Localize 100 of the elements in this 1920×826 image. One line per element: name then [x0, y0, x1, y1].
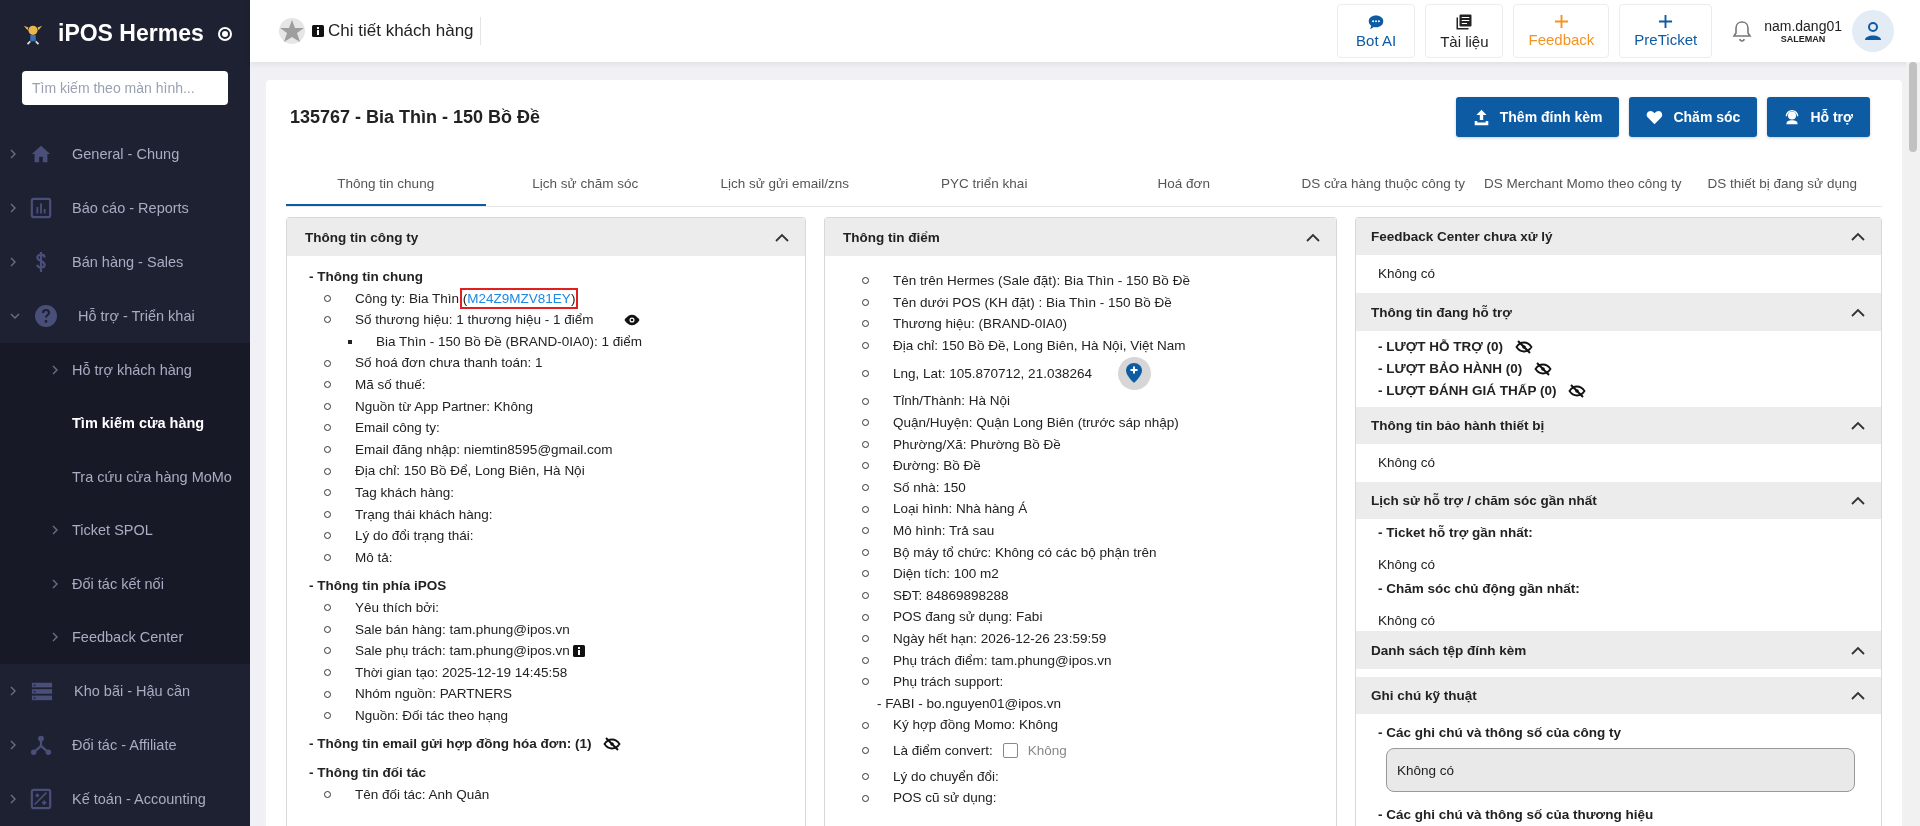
tab[interactable]: PYC triển khai: [884, 162, 1084, 206]
company-code-link[interactable]: M24Z9MZV81EY: [467, 290, 571, 306]
section-heading: - Thông tin chung: [309, 268, 423, 286]
map-pin-icon: [1126, 363, 1143, 384]
info-item: Tỉnh/Thành: Hà Nội: [893, 392, 1011, 411]
info-item: Phụ trách điểm: tam.phung@ipos.vn: [893, 651, 1112, 670]
info-item: Yêu thích bởi:: [355, 598, 439, 617]
bell-icon[interactable]: [1732, 20, 1753, 42]
sidebar-item[interactable]: Đối tác - Affiliate: [0, 718, 250, 772]
eye-slash-icon[interactable]: [603, 737, 622, 752]
count-label: - LƯỢT HỖ TRỢ (0): [1378, 337, 1503, 356]
info-item: Thời gian tạo: 2025-12-19 14:45:58: [355, 663, 568, 682]
sidebar-item[interactable]: Bán hàng - Sales: [0, 235, 250, 289]
info-item: Quận/Huyện: Quận Long Biên (trước sáp nhập): [893, 413, 1179, 432]
sidebar-subitem[interactable]: Hỗ trợ khách hàng: [0, 343, 250, 397]
tab[interactable]: DS cửa hàng thuộc công ty: [1283, 162, 1483, 206]
tab[interactable]: Hoá đơn: [1084, 162, 1284, 206]
info-item: Nguồn: Đối tác theo hạng: [355, 706, 509, 725]
accordion-title: Lịch sử hỗ trợ / chăm sóc gần nhất: [1371, 493, 1597, 509]
upload-icon: [1472, 108, 1490, 126]
tab[interactable]: DS thiết bị đang sử dụng: [1682, 162, 1882, 206]
info-item: Trạng thái khách hàng:: [355, 505, 493, 524]
tab[interactable]: Lịch sử chăm sóc: [485, 162, 685, 206]
note-field[interactable]: Không có: [1386, 748, 1855, 792]
header-button[interactable]: PreTicket: [1619, 4, 1713, 58]
info-item: Lý do đổi trạng thái:: [355, 527, 474, 546]
eye-slash-icon[interactable]: [1568, 383, 1587, 398]
action-button[interactable]: Chăm sóc: [1629, 97, 1758, 137]
info-item: Thương hiệu: (BRAND-0IA0): [893, 315, 1067, 334]
chevron-up-icon[interactable]: [1851, 690, 1865, 700]
info-icon[interactable]: [312, 25, 324, 37]
tab[interactable]: DS Merchant Momo theo công ty: [1483, 162, 1683, 206]
sidebar-subitem[interactable]: Feedback Center: [0, 610, 250, 664]
sidebar-subitem[interactable]: Đối tác kết nối: [0, 557, 250, 611]
eye-slash-icon[interactable]: [1514, 339, 1533, 354]
section-heading: - Thông tin phía iPOS: [309, 577, 447, 596]
chevron-down-icon: [10, 313, 20, 319]
info-item: Tag khách hàng:: [355, 483, 455, 502]
radio-icon[interactable]: [218, 26, 232, 41]
panel-title: Thông tin điểm: [843, 229, 940, 245]
info-item: Nhóm nguồn: PARTNERS: [355, 685, 513, 704]
subheading: - Chăm sóc chủ động gần nhất:: [1378, 580, 1581, 599]
sidebar-subitem[interactable]: Ticket SPOL: [0, 503, 250, 557]
info-item: Công ty: Bia Thìn (M24Z9MZV81EY): [355, 287, 576, 310]
map-pin-button[interactable]: [1117, 356, 1151, 390]
chat-icon: [1367, 13, 1386, 30]
info-item: Số thương hiệu: 1 thương hiệu - 1 điểm: [355, 311, 594, 330]
bar-chart-icon: [30, 197, 52, 219]
brand-name: iPOS Hermes: [58, 20, 204, 48]
eye-slash-icon[interactable]: [1534, 361, 1553, 376]
chevron-up-icon[interactable]: [1851, 232, 1865, 242]
sidebar-item[interactable]: General - Chung: [0, 127, 250, 181]
plus-icon: [1553, 14, 1569, 29]
empty-text: Không có: [1378, 454, 1437, 473]
sidebar-item[interactable]: Báo cáo - Reports: [0, 181, 250, 235]
empty-text: Không có: [1378, 612, 1437, 631]
user-name: nam.dang01: [1764, 18, 1842, 34]
sidebar-item[interactable]: Hỗ trợ - Triển khai: [0, 289, 250, 343]
eye-icon[interactable]: [623, 314, 642, 326]
chevron-up-icon[interactable]: [1306, 232, 1320, 242]
bullet-icon: [348, 339, 352, 344]
chevron-up-icon[interactable]: [1851, 496, 1865, 506]
count-label: - LƯỢT BẢO HÀNH (0): [1378, 359, 1523, 378]
info-icon[interactable]: [572, 644, 585, 657]
scrollbar[interactable]: [1906, 62, 1920, 826]
tab[interactable]: Thông tin chung: [286, 162, 486, 206]
network-icon: [30, 734, 52, 756]
chevron-up-icon[interactable]: [1851, 307, 1865, 317]
info-item: - FABI - bo.nguyen01@ipos.vn: [877, 695, 1062, 711]
info-item: Bộ máy tổ chức: Không có các bộ phận trên: [893, 543, 1157, 562]
info-item: Mô tả:: [355, 548, 393, 567]
chevron-right-icon: [52, 525, 58, 536]
avatar-icon[interactable]: [1852, 10, 1894, 52]
accordion-title: Danh sách tệp đính kèm: [1371, 642, 1527, 658]
checkbox[interactable]: [1002, 743, 1018, 759]
header-button[interactable]: Bot AI: [1337, 4, 1416, 58]
chevron-up-icon[interactable]: [1851, 645, 1865, 655]
chevron-up-icon[interactable]: [775, 232, 789, 242]
sidebar-item[interactable]: Kho bãi - Hậu cần: [0, 664, 250, 718]
tab[interactable]: Lịch sử gửi email/zns: [685, 162, 885, 206]
section-heading: - Thông tin email gửi hợp đồng hóa đơn: (1): [309, 735, 592, 754]
chevron-up-icon[interactable]: [1851, 420, 1865, 430]
info-item: Ký hợp đồng Momo: Không: [893, 716, 1058, 735]
info-item: Mô hình: Trả sau: [893, 521, 995, 540]
chevron-right-icon: [10, 794, 16, 804]
sidebar-subitem[interactable]: Tra cứu cửa hàng MoMo: [0, 450, 250, 504]
sidebar-item[interactable]: Kế toán - Accounting: [0, 772, 250, 826]
action-button[interactable]: Hỗ trợ: [1767, 97, 1870, 137]
info-item: Số hoá đơn chưa thanh toán: 1: [355, 354, 543, 373]
action-button[interactable]: Thêm đính kèm: [1455, 97, 1620, 137]
info-item: Lý do chuyển đổi:: [893, 767, 999, 786]
empty-text: Không có: [1378, 265, 1437, 284]
chevron-right-icon: [10, 686, 16, 696]
book-icon: [1455, 12, 1474, 31]
chevron-right-icon: [10, 257, 16, 267]
home-icon: [30, 143, 52, 165]
info-item: Bia Thìn - 150 Bồ Đề (BRAND-0IA0): 1 điểm: [376, 332, 643, 351]
header-button[interactable]: Tài liệu: [1425, 4, 1504, 58]
search-field[interactable]: Tìm kiếm theo màn hình...: [22, 71, 228, 105]
sidebar-subitem[interactable]: Tìm kiếm cửa hàng: [0, 396, 250, 450]
